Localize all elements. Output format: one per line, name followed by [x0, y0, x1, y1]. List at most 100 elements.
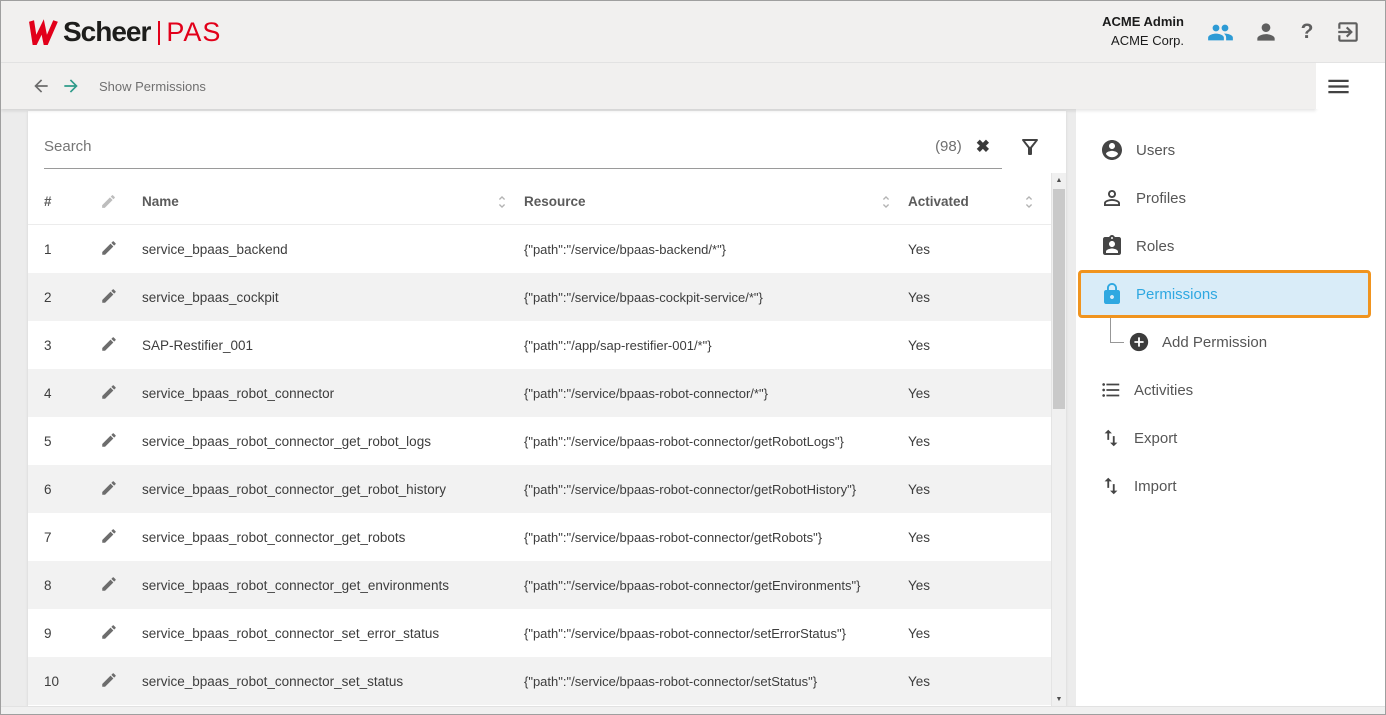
row-number: 9: [44, 626, 100, 641]
app-window: Scheer PAS ACME Admin ACME Corp. ?: [0, 0, 1386, 715]
permissions-panel: (98) ✖ # Name Resource: [28, 111, 1066, 714]
permission-resource: {"path":"/service/bpaas-robot-connector/…: [524, 530, 908, 545]
logout-icon[interactable]: [1335, 19, 1361, 45]
edit-permission-icon[interactable]: [100, 479, 118, 497]
table-row: 6 service_bpaas_robot_connector_get_robo…: [28, 465, 1051, 513]
sidebar-item-users[interactable]: Users: [1076, 126, 1385, 174]
row-number: 6: [44, 482, 100, 497]
permission-resource: {"path":"/service/bpaas-robot-connector/…: [524, 626, 908, 641]
profiles-icon: [1100, 186, 1124, 210]
sidebar-item-roles[interactable]: Roles: [1076, 222, 1385, 270]
import-icon: [1100, 475, 1122, 497]
row-number: 10: [44, 674, 100, 689]
table-row: 2 service_bpaas_cockpit {"path":"/servic…: [28, 273, 1051, 321]
permission-name: service_bpaas_robot_connector_get_robots: [142, 530, 524, 545]
column-header-edit-icon: [100, 193, 142, 210]
permission-name: service_bpaas_cockpit: [142, 290, 524, 305]
column-header-label: Activated: [908, 194, 969, 209]
scroll-down-button[interactable]: ▼: [1052, 692, 1066, 706]
permission-resource: {"path":"/service/bpaas-robot-connector/…: [524, 386, 908, 401]
back-arrow-icon[interactable]: [31, 76, 51, 96]
edit-permission-icon[interactable]: [100, 335, 118, 353]
search-underline-group: (98) ✖: [44, 126, 1002, 169]
clear-search-icon[interactable]: ✖: [976, 138, 990, 155]
sidebar-item-activities[interactable]: Activities: [1076, 366, 1385, 414]
table-row: 8 service_bpaas_robot_connector_get_envi…: [28, 561, 1051, 609]
table-row: 4 service_bpaas_robot_connector {"path":…: [28, 369, 1051, 417]
permission-resource: {"path":"/service/bpaas-backend/*"}: [524, 242, 908, 257]
scroll-up-button[interactable]: ▲: [1052, 173, 1066, 187]
scheer-logo-mark-icon: [25, 19, 59, 45]
table-row: 9 service_bpaas_robot_connector_set_erro…: [28, 609, 1051, 657]
row-number: 2: [44, 290, 100, 305]
sort-icon: [878, 194, 894, 210]
scrollbar-thumb[interactable]: [1053, 189, 1065, 409]
sort-icon: [494, 194, 510, 210]
logo-product-text: PAS: [166, 17, 221, 48]
export-icon: [1100, 427, 1122, 449]
sidebar-item-import[interactable]: Import: [1076, 462, 1385, 510]
hamburger-menu-icon[interactable]: [1325, 73, 1352, 100]
user-management-icon[interactable]: [1207, 19, 1234, 46]
sidebar-item-label: Import: [1134, 478, 1177, 495]
sidebar-item-label: Export: [1134, 430, 1177, 447]
app-header: Scheer PAS ACME Admin ACME Corp. ?: [1, 1, 1385, 63]
permission-name: service_bpaas_robot_connector_set_status: [142, 674, 524, 689]
permission-activated: Yes: [908, 530, 1051, 545]
edit-permission-icon[interactable]: [100, 287, 118, 305]
edit-permission-icon[interactable]: [100, 239, 118, 257]
sort-icon: [1021, 194, 1037, 210]
row-number: 3: [44, 338, 100, 353]
permission-resource: {"path":"/service/bpaas-robot-connector/…: [524, 434, 908, 449]
column-header-name[interactable]: Name: [142, 194, 524, 210]
users-icon: [1100, 138, 1124, 162]
row-number: 5: [44, 434, 100, 449]
current-user-info: ACME Admin ACME Corp.: [1102, 13, 1184, 51]
column-header-activated[interactable]: Activated: [908, 194, 1051, 210]
edit-permission-icon[interactable]: [100, 527, 118, 545]
permission-name: service_bpaas_robot_connector_set_error_…: [142, 626, 524, 641]
lock-icon: [1100, 282, 1124, 306]
permission-name: SAP-Restifier_001: [142, 338, 524, 353]
logo-brand-text: Scheer: [63, 16, 150, 48]
vertical-scrollbar[interactable]: ▲ ▼: [1051, 173, 1066, 706]
permissions-table-body: 1 service_bpaas_backend {"path":"/servic…: [28, 225, 1066, 705]
sidebar-item-label: Roles: [1136, 238, 1174, 255]
edit-permission-icon[interactable]: [100, 623, 118, 641]
table-row: 7 service_bpaas_robot_connector_get_robo…: [28, 513, 1051, 561]
permission-name: service_bpaas_robot_connector_get_enviro…: [142, 578, 524, 593]
edit-permission-icon[interactable]: [100, 575, 118, 593]
column-header-resource[interactable]: Resource: [524, 194, 908, 210]
permission-resource: {"path":"/service/bpaas-robot-connector/…: [524, 482, 908, 497]
table-row: 10 service_bpaas_robot_connector_set_sta…: [28, 657, 1051, 705]
permission-activated: Yes: [908, 578, 1051, 593]
sidebar-toggle-button[interactable]: [1316, 63, 1386, 109]
result-count: (98): [935, 138, 962, 155]
table-header-row: # Name Resource Activated: [28, 179, 1051, 225]
permission-name: service_bpaas_robot_connector_get_robot_…: [142, 482, 524, 497]
column-header-label: Resource: [524, 194, 586, 209]
sidebar-item-permissions[interactable]: Permissions: [1078, 270, 1371, 318]
filter-icon[interactable]: [1018, 135, 1042, 159]
forward-arrow-icon[interactable]: [61, 76, 81, 96]
user-organization: ACME Corp.: [1102, 32, 1184, 51]
column-header-number: #: [44, 194, 100, 209]
edit-permission-icon[interactable]: [100, 383, 118, 401]
user-name: ACME Admin: [1102, 13, 1184, 32]
activities-list-icon: [1100, 379, 1122, 401]
table-row: 5 service_bpaas_robot_connector_get_robo…: [28, 417, 1051, 465]
permission-resource: {"path":"/service/bpaas-robot-connector/…: [524, 578, 908, 593]
profile-icon[interactable]: [1253, 19, 1279, 45]
permission-name: service_bpaas_robot_connector: [142, 386, 524, 401]
column-header-label: Name: [142, 194, 179, 209]
sidebar-item-export[interactable]: Export: [1076, 414, 1385, 462]
sidebar-item-profiles[interactable]: Profiles: [1076, 174, 1385, 222]
help-icon[interactable]: ?: [1298, 20, 1316, 44]
search-input[interactable]: [44, 138, 925, 155]
horizontal-scrollbar[interactable]: [1, 706, 1385, 714]
edit-permission-icon[interactable]: [100, 431, 118, 449]
sidebar-item-add-permission[interactable]: Add Permission: [1076, 318, 1385, 366]
edit-permission-icon[interactable]: [100, 671, 118, 689]
permission-activated: Yes: [908, 242, 1051, 257]
permission-resource: {"path":"/service/bpaas-cockpit-service/…: [524, 290, 908, 305]
